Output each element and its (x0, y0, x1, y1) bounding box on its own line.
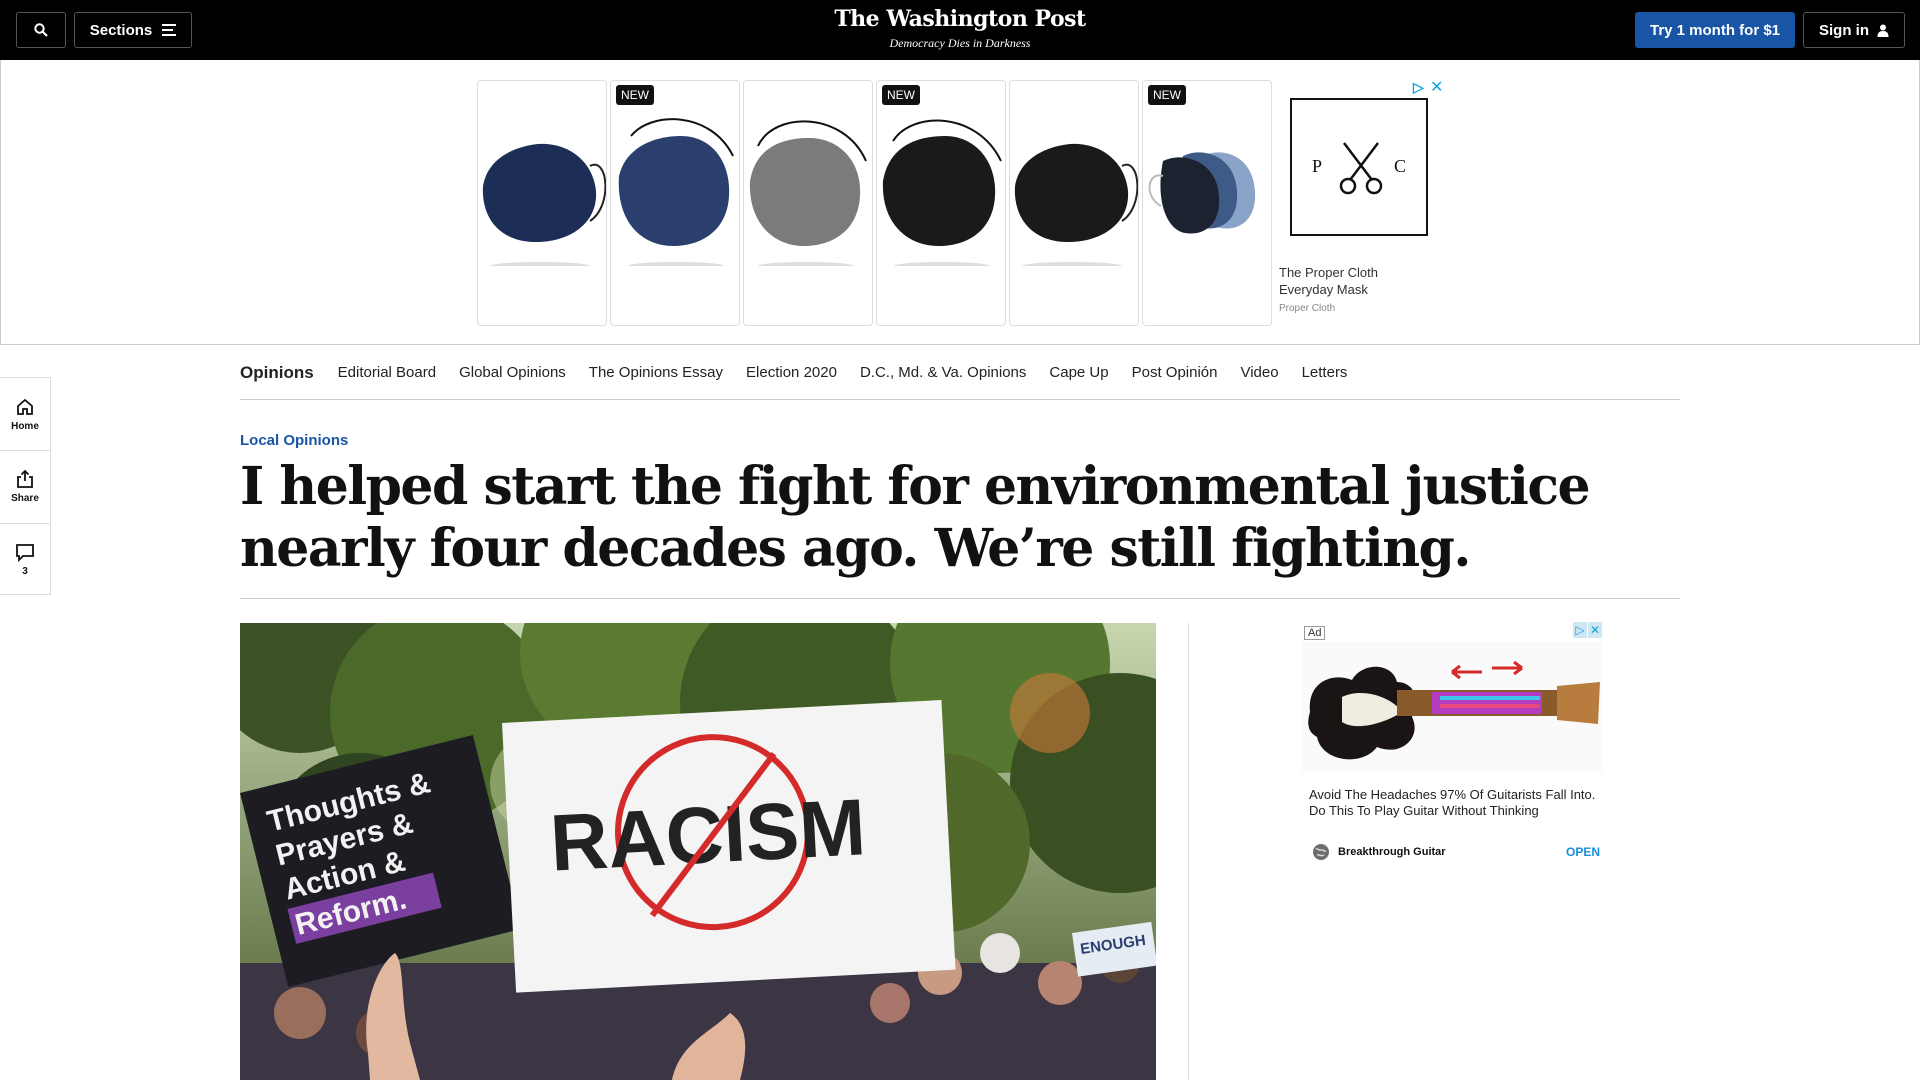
article-kicker[interactable]: Local Opinions (240, 432, 348, 449)
site-tagline: Democracy Dies in Darkness (889, 36, 1031, 50)
sign-in-label: Sign in (1819, 21, 1869, 39)
close-icon[interactable]: ✕ (1430, 77, 1443, 97)
three-pack-mask-image (1148, 152, 1256, 234)
home-icon (17, 398, 33, 415)
search-button[interactable] (16, 12, 66, 48)
close-icon[interactable]: ✕ (1588, 622, 1602, 638)
sign-in-button[interactable]: Sign in (1803, 12, 1905, 48)
logo-letter: P (1312, 156, 1323, 176)
brand-logo[interactable]: P C (1290, 98, 1428, 236)
ad-text[interactable]: Avoid The Headaches 97% Of Guitarists Fa… (1309, 787, 1599, 819)
navy-mask-image (618, 118, 734, 266)
home-button[interactable]: Home (0, 378, 50, 450)
share-icon (17, 469, 33, 488)
subnav-post-opinion[interactable]: Post Opinión (1132, 364, 1218, 381)
new-badge: NEW (1148, 85, 1186, 105)
article-action-rail: Home Share 3 (0, 377, 51, 595)
site-logo[interactable]: The Washington Post (760, 6, 1160, 32)
comment-icon (16, 544, 34, 562)
headline-divider (240, 598, 1680, 599)
subnav-editorial-board[interactable]: Editorial Board (338, 364, 436, 381)
subnav-dc-md-va-opinions[interactable]: D.C., Md. & Va. Opinions (860, 364, 1026, 381)
subscribe-trial-button[interactable]: Try 1 month for $1 (1635, 12, 1795, 48)
comments-button[interactable]: 3 (0, 523, 50, 595)
subnav-election-2020[interactable]: Election 2020 (746, 364, 837, 381)
sections-menu-button[interactable]: Sections (74, 12, 192, 48)
hamburger-icon (162, 24, 177, 36)
new-badge: NEW (882, 85, 920, 105)
ad-product-card[interactable]: NEW (876, 80, 1006, 326)
ad-label: Ad (1304, 626, 1326, 640)
ad-product-card[interactable] (743, 80, 873, 326)
ad-product-card[interactable] (1009, 80, 1139, 326)
masthead[interactable]: The Washington Post Democracy Dies in Da… (760, 6, 1160, 51)
guitar-image (1302, 642, 1602, 772)
ad-brand: Breakthrough Guitar (1338, 846, 1446, 858)
sidebar-ad[interactable]: Ad ▷ ✕ Avoid The Headaches 97% Of Guitar… (1302, 622, 1602, 872)
subnav-opinions[interactable]: Opinions (240, 363, 314, 383)
ad-sponsor: Proper Cloth (1279, 303, 1336, 314)
ad-product-card[interactable]: NEW (610, 80, 740, 326)
subnav-opinions-essay[interactable]: The Opinions Essay (589, 364, 723, 381)
gray-mask-image (749, 120, 867, 266)
logo-letter: C (1394, 156, 1407, 176)
subnav-cape-up[interactable]: Cape Up (1049, 364, 1108, 381)
top-navigation-bar: Sections The Washington Post Democracy D… (0, 0, 1920, 60)
ad-product-card[interactable] (477, 80, 607, 326)
scissors-icon (1339, 142, 1383, 195)
protest-photo: Thoughts & Prayers & Action & Reform. RA… (240, 623, 1156, 1080)
opinions-subnav: Opinions Editorial Board Global Opinions… (240, 346, 1680, 400)
hero-image[interactable]: Thoughts & Prayers & Action & Reform. RA… (240, 623, 1156, 1080)
share-button[interactable]: Share (0, 450, 50, 522)
subnav-global-opinions[interactable]: Global Opinions (459, 364, 566, 381)
adchoices-icon[interactable]: ▷ (1413, 79, 1424, 96)
ad-product-card[interactable]: NEW (1142, 80, 1272, 326)
navy-mask-image (482, 143, 606, 266)
open-button[interactable]: OPEN (1566, 845, 1600, 859)
article-headline: I helped start the fight for environment… (240, 456, 1591, 579)
sections-label: Sections (89, 21, 153, 39)
main-sign-text: RACISM (548, 782, 868, 887)
globe-icon (1313, 844, 1329, 860)
ad-title[interactable]: The Proper Cloth Everyday Mask (1279, 264, 1419, 298)
search-icon (34, 23, 48, 37)
ad-footer[interactable]: Breakthrough Guitar OPEN (1312, 843, 1600, 861)
subnav-letters[interactable]: Letters (1302, 364, 1348, 381)
black-mask-image (882, 119, 1002, 266)
new-badge: NEW (616, 85, 654, 105)
column-divider (1188, 623, 1189, 1080)
home-label: Home (11, 420, 39, 432)
share-label: Share (11, 493, 39, 504)
user-icon (1877, 24, 1889, 37)
adchoices-controls[interactable]: ▷ ✕ (1572, 622, 1602, 638)
subnav-video[interactable]: Video (1240, 364, 1278, 381)
comments-count: 3 (22, 566, 28, 577)
adchoices-icon[interactable]: ▷ (1573, 622, 1587, 638)
black-mask-image (1014, 143, 1138, 266)
